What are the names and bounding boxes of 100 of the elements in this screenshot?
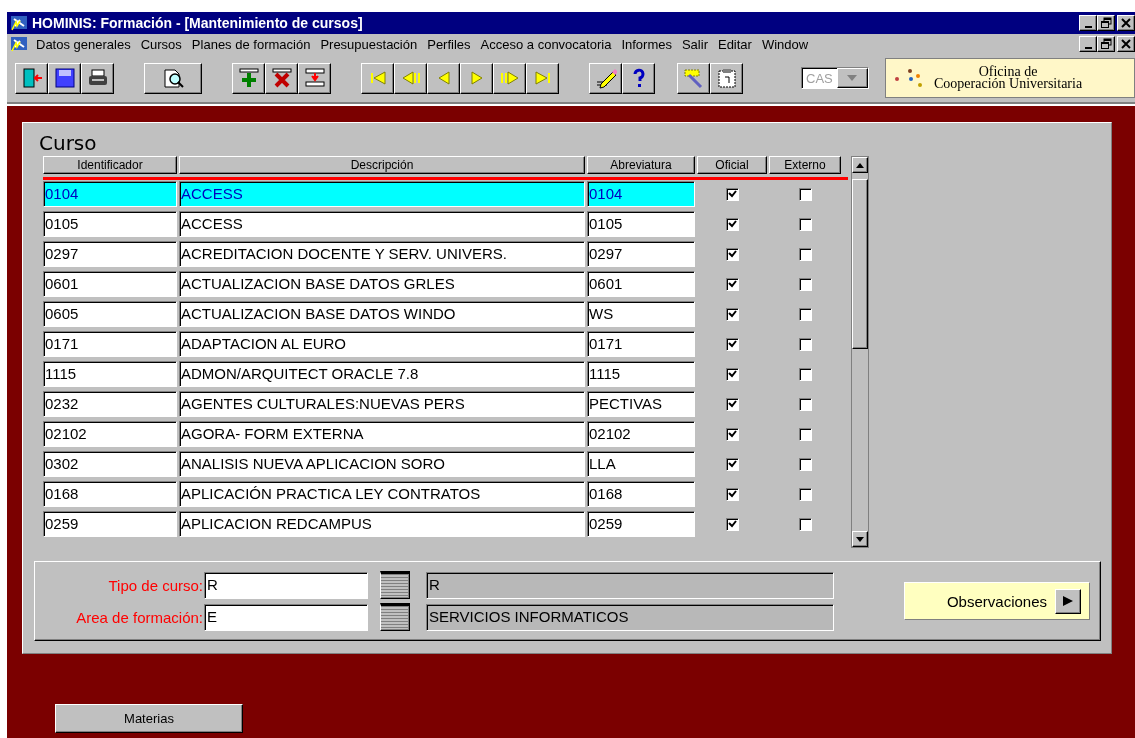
table-cell[interactable]: 0171 bbox=[587, 331, 695, 357]
save-button[interactable] bbox=[48, 62, 81, 94]
checkbox[interactable] bbox=[798, 187, 812, 201]
checkbox[interactable] bbox=[798, 367, 812, 381]
checkbox[interactable] bbox=[798, 247, 812, 261]
checkbox[interactable] bbox=[725, 367, 739, 381]
table-cell[interactable]: 0105 bbox=[587, 211, 695, 237]
table-cell[interactable]: ACCESS bbox=[179, 211, 585, 237]
checkbox[interactable] bbox=[798, 217, 812, 231]
restore-button[interactable] bbox=[1097, 36, 1115, 52]
table-cell[interactable]: 0297 bbox=[587, 241, 695, 267]
table-cell[interactable]: ACCESS bbox=[179, 181, 585, 207]
table-cell[interactable]: 0232 bbox=[43, 391, 177, 417]
next-record-button[interactable] bbox=[460, 62, 493, 94]
exit-button[interactable] bbox=[15, 62, 48, 94]
table-cell[interactable]: 0104 bbox=[587, 181, 695, 207]
query-button[interactable] bbox=[144, 62, 202, 94]
checkbox[interactable] bbox=[725, 247, 739, 261]
column-header[interactable]: Identificador bbox=[43, 156, 177, 174]
column-header[interactable]: Abreviatura bbox=[587, 156, 695, 174]
scroll-up-button[interactable] bbox=[852, 157, 868, 173]
table-cell[interactable]: 0171 bbox=[43, 331, 177, 357]
table-cell[interactable]: 1115 bbox=[587, 361, 695, 387]
insert-record-button[interactable] bbox=[232, 62, 265, 94]
scrollbar[interactable] bbox=[851, 156, 869, 548]
menu-item[interactable]: Editar bbox=[712, 36, 757, 52]
scroll-thumb[interactable] bbox=[852, 179, 868, 349]
next-set-button[interactable] bbox=[493, 62, 526, 94]
table-cell[interactable]: LLA bbox=[587, 451, 695, 477]
help-button[interactable] bbox=[622, 62, 655, 94]
minimize-button[interactable] bbox=[1079, 15, 1097, 31]
first-record-button[interactable] bbox=[361, 62, 394, 94]
table-cell[interactable]: AGORA- FORM EXTERNA bbox=[179, 421, 585, 447]
table-cell[interactable]: APLICACIÓN PRACTICA LEY CONTRATOS bbox=[179, 481, 585, 507]
checkbox[interactable] bbox=[725, 217, 739, 231]
print-button[interactable] bbox=[81, 62, 114, 94]
table-cell[interactable]: 1115 bbox=[43, 361, 177, 387]
input-field[interactable]: E bbox=[204, 603, 368, 631]
list-button[interactable] bbox=[380, 603, 410, 631]
clipboard-button[interactable] bbox=[710, 62, 743, 94]
checkbox[interactable] bbox=[798, 307, 812, 321]
checkbox[interactable] bbox=[798, 277, 812, 291]
table-cell[interactable]: 0259 bbox=[43, 511, 177, 537]
table-cell[interactable]: 02102 bbox=[587, 421, 695, 447]
scroll-down-button[interactable] bbox=[852, 531, 868, 547]
close-button[interactable] bbox=[1117, 15, 1135, 31]
checkbox[interactable] bbox=[798, 397, 812, 411]
table-cell[interactable]: ADAPTACION AL EURO bbox=[179, 331, 585, 357]
table-cell[interactable]: ACREDITACION DOCENTE Y SERV. UNIVERS. bbox=[179, 241, 585, 267]
column-header[interactable]: Externo bbox=[769, 156, 841, 174]
minimize-button[interactable] bbox=[1079, 36, 1097, 52]
checkbox[interactable] bbox=[725, 487, 739, 501]
table-cell[interactable]: AGENTES CULTURALES:NUEVAS PERS bbox=[179, 391, 585, 417]
column-header[interactable]: Oficial bbox=[697, 156, 767, 174]
table-cell[interactable]: 02102 bbox=[43, 421, 177, 447]
checkbox[interactable] bbox=[725, 337, 739, 351]
table-cell[interactable]: ACTUALIZACION BASE DATOS WINDO bbox=[179, 301, 585, 327]
tool-button[interactable] bbox=[677, 62, 710, 94]
table-cell[interactable]: 0168 bbox=[43, 481, 177, 507]
table-cell[interactable]: 0104 bbox=[43, 181, 177, 207]
table-cell[interactable]: 0105 bbox=[43, 211, 177, 237]
previous-set-button[interactable] bbox=[394, 62, 427, 94]
menu-item[interactable]: Planes de formación bbox=[186, 36, 316, 52]
menu-item[interactable]: Presupuestación bbox=[315, 36, 423, 52]
checkbox[interactable] bbox=[725, 307, 739, 321]
edit-button[interactable] bbox=[589, 62, 622, 94]
list-button[interactable] bbox=[380, 571, 410, 599]
table-cell[interactable]: APLICACION REDCAMPUS bbox=[179, 511, 585, 537]
table-cell[interactable]: ANALISIS NUEVA APLICACION SORO bbox=[179, 451, 585, 477]
checkbox[interactable] bbox=[798, 517, 812, 531]
table-cell[interactable]: WS bbox=[587, 301, 695, 327]
checkbox[interactable] bbox=[725, 187, 739, 201]
delete-record-button[interactable] bbox=[265, 62, 298, 94]
table-cell[interactable]: 0302 bbox=[43, 451, 177, 477]
menu-item[interactable]: Cursos bbox=[135, 36, 187, 52]
table-cell[interactable]: 0297 bbox=[43, 241, 177, 267]
checkbox[interactable] bbox=[798, 487, 812, 501]
table-cell[interactable]: ADMON/ARQUITECT ORACLE 7.8 bbox=[179, 361, 585, 387]
checkbox[interactable] bbox=[725, 277, 739, 291]
duplicate-record-button[interactable] bbox=[298, 62, 331, 94]
table-cell[interactable]: 0601 bbox=[587, 271, 695, 297]
table-cell[interactable]: ACTUALIZACION BASE DATOS GRLES bbox=[179, 271, 585, 297]
checkbox[interactable] bbox=[725, 397, 739, 411]
column-header[interactable]: Descripción bbox=[179, 156, 585, 174]
menu-item[interactable]: Salir bbox=[676, 36, 713, 52]
menu-item[interactable]: Perfiles bbox=[422, 36, 476, 52]
input-field[interactable]: R bbox=[204, 571, 368, 599]
materias-button[interactable]: Materias bbox=[55, 704, 243, 733]
table-cell[interactable]: 0259 bbox=[587, 511, 695, 537]
checkbox[interactable] bbox=[798, 427, 812, 441]
observaciones-button[interactable]: Observaciones bbox=[904, 582, 1090, 620]
table-cell[interactable]: 0168 bbox=[587, 481, 695, 507]
close-button[interactable] bbox=[1117, 36, 1135, 52]
menu-item[interactable]: Informes bbox=[616, 36, 677, 52]
menu-item[interactable]: Acceso a convocatoria bbox=[475, 36, 617, 52]
checkbox[interactable] bbox=[798, 457, 812, 471]
last-record-button[interactable] bbox=[526, 62, 559, 94]
checkbox[interactable] bbox=[725, 517, 739, 531]
checkbox[interactable] bbox=[725, 427, 739, 441]
menu-item[interactable]: Datos generales bbox=[31, 36, 136, 52]
